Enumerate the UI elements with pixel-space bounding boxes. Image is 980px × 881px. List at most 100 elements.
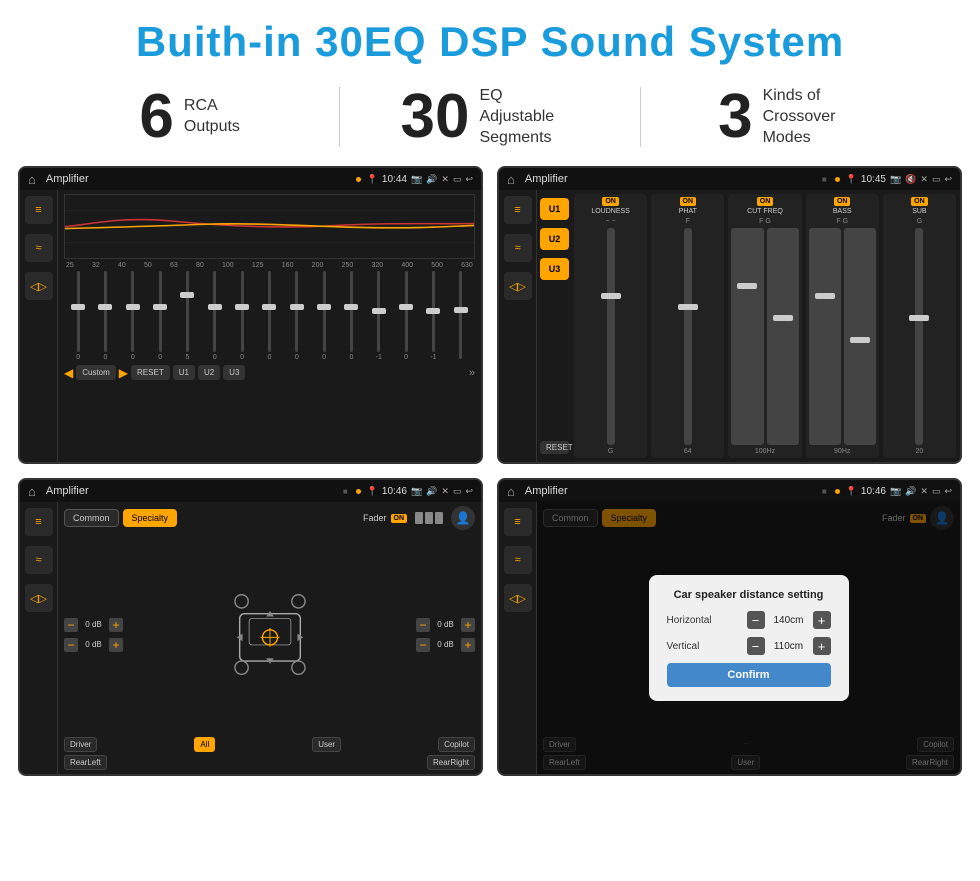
back-icon-2[interactable]: ↩ <box>944 174 952 185</box>
copilot-btn[interactable]: Copilot <box>438 737 475 752</box>
wave-sidebar-btn-3[interactable]: ≈ <box>25 546 53 574</box>
close-icon-2[interactable]: ✕ <box>920 174 928 185</box>
cutfreq-slider-g[interactable] <box>767 228 799 445</box>
all-btn[interactable]: All <box>194 737 215 752</box>
horizontal-plus-btn[interactable]: + <box>813 611 831 629</box>
slider-col[interactable]: 0 <box>148 271 172 361</box>
vol-sidebar-btn-2[interactable]: ◁▷ <box>504 272 532 300</box>
u3-btn[interactable]: U3 <box>540 258 569 280</box>
wave-sidebar-btn-4[interactable]: ≈ <box>504 546 532 574</box>
vol-sidebar-btn-4[interactable]: ◁▷ <box>504 584 532 612</box>
db-plus-1[interactable]: + <box>109 618 123 632</box>
slider-col[interactable]: 0 <box>121 271 145 361</box>
u2-btn[interactable]: U2 <box>540 228 569 250</box>
eq-next-btn[interactable]: ▶ <box>119 366 128 380</box>
eq-reset-btn[interactable]: RESET <box>131 365 170 380</box>
close-icon-4[interactable]: ✕ <box>920 486 928 497</box>
left-sidebar-2: ≡ ≈ ◁▷ <box>499 190 537 462</box>
db-minus-3[interactable]: − <box>416 618 430 632</box>
vertical-minus-btn[interactable]: − <box>747 637 765 655</box>
cutfreq-slider-f[interactable] <box>731 228 763 445</box>
slider-col[interactable]: 0 <box>93 271 117 361</box>
slider-col[interactable]: 0 <box>230 271 254 361</box>
tab-specialty[interactable]: Specialty <box>123 509 178 527</box>
volume-icon-3: 🔊 <box>426 486 437 497</box>
db-minus-1[interactable]: − <box>64 618 78 632</box>
close-icon-3[interactable]: ✕ <box>441 486 449 497</box>
wave-sidebar-btn[interactable]: ≈ <box>25 234 53 262</box>
eq-u3-btn[interactable]: U3 <box>223 365 245 380</box>
loudness-label: LOUDNESS <box>591 208 630 215</box>
control-cutfreq: ON CUT FREQ F G 100Hz <box>728 194 801 458</box>
window-icon-4: ▭ <box>932 486 941 497</box>
rearleft-btn[interactable]: RearLeft <box>64 755 107 770</box>
bass-slider-g[interactable] <box>844 228 876 445</box>
window-icon-2: ▭ <box>932 174 941 185</box>
home-icon-2[interactable]: ⌂ <box>507 172 515 187</box>
horizontal-value: 140cm <box>769 615 809 626</box>
eq-more[interactable]: » <box>469 367 475 379</box>
eq-prev-btn[interactable]: ◀ <box>64 366 73 380</box>
screen4-title: Amplifier <box>525 485 816 497</box>
back-icon-3[interactable]: ↩ <box>465 486 473 497</box>
db-minus-4[interactable]: − <box>416 638 430 652</box>
db-row-2: − 0 dB + <box>64 638 123 652</box>
slider-col[interactable]: 0 <box>257 271 281 361</box>
back-icon[interactable]: ↩ <box>465 174 473 185</box>
home-icon[interactable]: ⌂ <box>28 172 36 187</box>
slider-col[interactable]: 0 <box>339 271 363 361</box>
vertical-plus-btn[interactable]: + <box>813 637 831 655</box>
control-phat: ON PHAT F 64 <box>651 194 724 458</box>
home-icon-4[interactable]: ⌂ <box>507 484 515 499</box>
eq-u1-btn[interactable]: U1 <box>173 365 195 380</box>
eq-sidebar-btn-3[interactable]: ≡ <box>25 508 53 536</box>
eq-u2-btn[interactable]: U2 <box>198 365 220 380</box>
status-bar-2: ⌂ Amplifier ■ 📍 10:45 📷 🔇 ✕ ▭ ↩ <box>499 168 960 190</box>
car-svg <box>230 590 310 680</box>
eq-sidebar-btn[interactable]: ≡ <box>25 196 53 224</box>
db-val-3: 0 dB <box>433 620 458 629</box>
slider-col[interactable]: -1 <box>421 271 445 361</box>
slider-col[interactable] <box>449 271 473 361</box>
status-icons-2: 📍 10:45 📷 🔇 ✕ ▭ ↩ <box>846 174 952 185</box>
wave-sidebar-btn-2[interactable]: ≈ <box>504 234 532 262</box>
control-loudness: ON LOUDNESS ~~ G <box>574 194 647 458</box>
u-reset-btn[interactable]: RESET <box>540 441 569 454</box>
db-plus-2[interactable]: + <box>109 638 123 652</box>
db-plus-4[interactable]: + <box>461 638 475 652</box>
close-icon[interactable]: ✕ <box>441 174 449 185</box>
slider-col[interactable]: 0 <box>66 271 90 361</box>
phat-slider[interactable] <box>684 228 692 445</box>
slider-col[interactable]: 5 <box>175 271 199 361</box>
u1-btn[interactable]: U1 <box>540 198 569 220</box>
bass-slider-f[interactable] <box>809 228 841 445</box>
tab-common[interactable]: Common <box>64 509 119 527</box>
eq-sliders: 0 0 0 0 5 0 0 0 0 0 0 -1 0 -1 <box>64 271 475 361</box>
camera-icon-3: 📷 <box>411 486 422 497</box>
slider-col[interactable]: 0 <box>203 271 227 361</box>
dialog-title: Car speaker distance setting <box>667 589 831 601</box>
horizontal-minus-btn[interactable]: − <box>747 611 765 629</box>
driver-btn[interactable]: Driver <box>64 737 97 752</box>
slider-col[interactable]: 0 <box>312 271 336 361</box>
vol-sidebar-btn-3[interactable]: ◁▷ <box>25 584 53 612</box>
confirm-button[interactable]: Confirm <box>667 663 831 687</box>
slider-col[interactable]: 0 <box>394 271 418 361</box>
db-plus-3[interactable]: + <box>461 618 475 632</box>
vertical-controls: − 110cm + <box>747 637 831 655</box>
bottom-labels: Driver All User Copilot <box>64 737 475 752</box>
back-icon-4[interactable]: ↩ <box>944 486 952 497</box>
eq-sidebar-btn-4[interactable]: ≡ <box>504 508 532 536</box>
loudness-slider[interactable] <box>607 228 615 445</box>
avatar-btn[interactable]: 👤 <box>451 506 475 530</box>
user-btn[interactable]: User <box>312 737 341 752</box>
vol-sidebar-btn[interactable]: ◁▷ <box>25 272 53 300</box>
slider-col[interactable]: -1 <box>367 271 391 361</box>
db-minus-2[interactable]: − <box>64 638 78 652</box>
sub-slider[interactable] <box>915 228 923 445</box>
home-icon-3[interactable]: ⌂ <box>28 484 36 499</box>
eq-sidebar-btn-2[interactable]: ≡ <box>504 196 532 224</box>
rearright-btn[interactable]: RearRight <box>427 755 475 770</box>
eq-custom-btn[interactable]: Custom <box>76 365 116 380</box>
slider-col[interactable]: 0 <box>285 271 309 361</box>
